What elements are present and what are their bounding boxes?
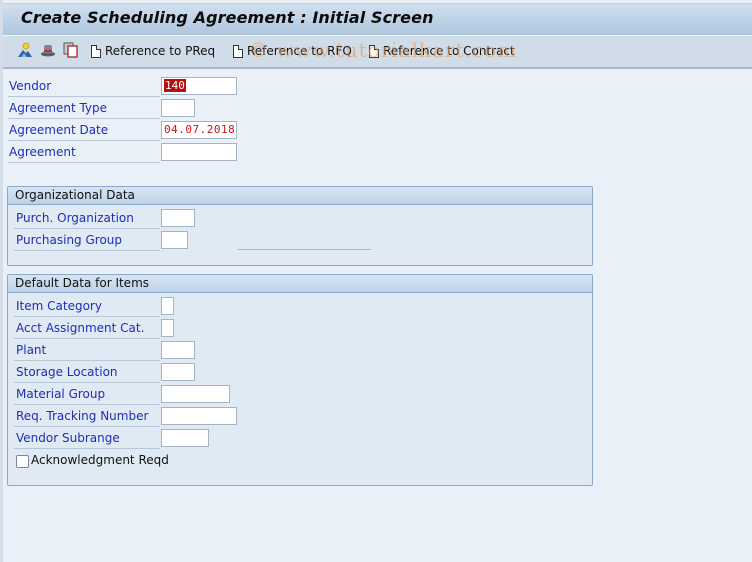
agreement-date-label: Agreement Date (9, 123, 109, 137)
plant-label: Plant (16, 343, 47, 357)
divider (8, 140, 160, 141)
document-icon (233, 44, 243, 58)
vendor-subrange-label: Vendor Subrange (16, 431, 120, 445)
req-tracking-number-label: Req. Tracking Number (16, 409, 149, 423)
document-icon (369, 44, 379, 58)
divider (14, 228, 160, 229)
purchasing-group-label: Purchasing Group (16, 233, 123, 247)
reference-to-rfq-button[interactable]: Reference to RFQ (233, 41, 352, 61)
divider (14, 316, 160, 317)
divider (14, 448, 160, 449)
vendor-label: Vendor (9, 79, 52, 93)
item-category-input[interactable] (161, 297, 174, 315)
agreement-input[interactable] (161, 143, 237, 161)
organizational-data-group: Organizational Data (7, 186, 593, 266)
vendor-person-icon[interactable] (17, 42, 33, 58)
divider (14, 360, 160, 361)
hat-icon[interactable] (40, 42, 56, 58)
divider (14, 382, 160, 383)
divider (14, 404, 160, 405)
storage-location-label: Storage Location (16, 365, 118, 379)
divider (8, 118, 160, 119)
window-frame (0, 0, 3, 562)
agreement-label: Agreement (9, 145, 76, 159)
divider (14, 426, 160, 427)
page-title: Create Scheduling Agreement : Initial Sc… (21, 8, 434, 27)
purchasing-group-description (238, 249, 371, 250)
storage-location-input[interactable] (161, 363, 195, 381)
agreement-date-input[interactable]: 04.07.2018 (161, 121, 237, 139)
group-title: Organizational Data (8, 187, 592, 205)
agreement-type-label: Agreement Type (9, 101, 108, 115)
agreement-type-input[interactable] (161, 99, 195, 117)
acct-assignment-cat-input[interactable] (161, 319, 174, 337)
item-category-label: Item Category (16, 299, 102, 313)
material-group-label: Material Group (16, 387, 106, 401)
vendor-subrange-input[interactable] (161, 429, 209, 447)
material-group-input[interactable] (161, 385, 230, 403)
acknowledgment-reqd-checkbox[interactable] (16, 455, 29, 468)
divider (8, 162, 160, 163)
divider (8, 96, 160, 97)
req-tracking-number-input[interactable] (161, 407, 237, 425)
acct-assignment-cat-label: Acct Assignment Cat. (16, 321, 145, 335)
divider (14, 250, 160, 251)
purch-organization-input[interactable] (161, 209, 195, 227)
purchasing-group-input[interactable] (161, 231, 188, 249)
divider (14, 338, 160, 339)
acknowledgment-reqd-label: Acknowledgment Reqd (31, 453, 169, 467)
title-bar: Create Scheduling Agreement : Initial Sc… (3, 3, 752, 35)
reference-to-preq-button[interactable]: Reference to PReq (91, 41, 215, 61)
document-icon (91, 44, 101, 58)
application-toolbar: Reference to PReq Reference to RFQ Refer… (3, 35, 752, 69)
reference-to-contract-button[interactable]: Reference to Contract (369, 41, 515, 61)
copy-icon[interactable] (63, 42, 79, 58)
plant-input[interactable] (161, 341, 195, 359)
vendor-input[interactable]: 140 (161, 77, 237, 95)
group-title: Default Data for Items (8, 275, 592, 293)
purch-organization-label: Purch. Organization (16, 211, 134, 225)
